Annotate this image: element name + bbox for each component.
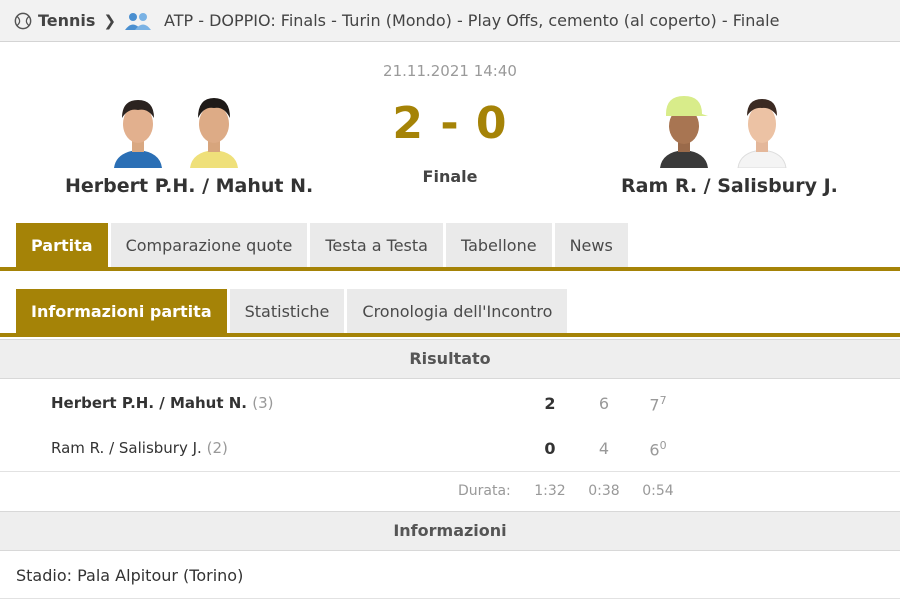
result-row-away: Ram R. / Salisbury J. (2) 0 4 60	[0, 426, 900, 470]
player-photo-mahut[interactable]	[186, 88, 242, 168]
duration-set2: 0:54	[642, 483, 674, 499]
tab-partita[interactable]: Partita	[16, 223, 108, 267]
result-row-home: Herbert P.H. / Mahut N. (3) 2 6 77	[0, 381, 900, 425]
tab-news[interactable]: News	[554, 223, 628, 267]
tab-tabellone[interactable]: Tabellone	[445, 223, 552, 267]
result-home-total: 2	[544, 394, 556, 413]
tab-comparazione-quote[interactable]: Comparazione quote	[110, 223, 308, 267]
result-divider	[0, 471, 900, 472]
sub-tabs: Informazioni partita Statistiche Cronolo…	[16, 289, 570, 333]
duration-total: 1:32	[534, 483, 566, 499]
chevron-right-icon: ❯	[103, 11, 117, 30]
result-home-set1: 6	[598, 394, 610, 413]
home-team-name[interactable]: Herbert P.H. / Mahut N.	[65, 175, 313, 197]
breadcrumb-sport-link[interactable]: Tennis	[38, 11, 95, 30]
match-status: Finale	[422, 167, 478, 186]
result-away-seed: (2)	[206, 439, 228, 457]
tab-statistiche[interactable]: Statistiche	[229, 289, 345, 333]
away-team-name[interactable]: Ram R. / Salisbury J.	[621, 175, 838, 197]
info-heading: Informazioni	[0, 511, 900, 551]
subtabs-divider	[0, 333, 900, 337]
doubles-players-icon	[125, 12, 152, 30]
match-score: 2 - 0	[392, 98, 508, 149]
duration-set1: 0:38	[588, 483, 620, 499]
result-home-seed: (3)	[252, 394, 274, 412]
player-photo-salisbury[interactable]	[734, 88, 790, 168]
result-away-set1: 4	[598, 439, 610, 458]
main-tabs: Partita Comparazione quote Testa a Testa…	[16, 223, 631, 267]
result-home-set2: 77	[649, 394, 667, 415]
tabs-divider	[0, 267, 900, 271]
stadium-info: Stadio: Pala Alpitour (Torino)	[16, 566, 244, 585]
result-heading: Risultato	[0, 339, 900, 379]
result-away-set2: 60	[649, 439, 667, 460]
result-away-name[interactable]: Ram R. / Salisbury J. (2)	[51, 439, 228, 457]
tab-testa-a-testa[interactable]: Testa a Testa	[310, 223, 443, 267]
match-datetime: 21.11.2021 14:40	[383, 62, 517, 80]
result-home-name[interactable]: Herbert P.H. / Mahut N. (3)	[51, 394, 273, 412]
breadcrumb: Tennis ❯ ATP - DOPPIO: Finals - Turin (M…	[0, 0, 900, 42]
tab-informazioni-partita[interactable]: Informazioni partita	[16, 289, 227, 333]
player-photo-herbert[interactable]	[110, 88, 166, 168]
tab-cronologia[interactable]: Cronologia dell'Incontro	[347, 289, 568, 333]
breadcrumb-league: ATP - DOPPIO: Finals - Turin (Mondo) - P…	[164, 11, 780, 30]
info-divider	[0, 598, 900, 599]
player-photo-ram[interactable]	[656, 88, 712, 168]
tennis-ball-icon	[14, 12, 32, 29]
result-away-total: 0	[544, 439, 556, 458]
duration-label: Durata:	[458, 483, 511, 499]
